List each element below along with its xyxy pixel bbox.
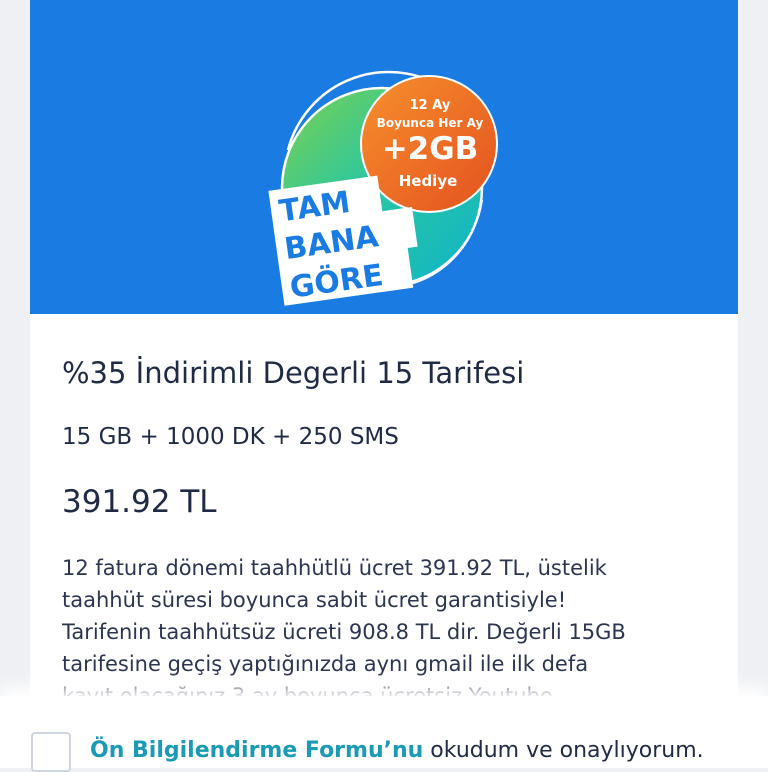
promo-banner: 12 Ay Boyunca Her Ay +2GB Hediye TAM BAN… [30, 0, 738, 314]
consent-checkbox[interactable] [31, 732, 71, 772]
tariff-card: 12 Ay Boyunca Her Ay +2GB Hediye TAM BAN… [30, 0, 738, 768]
package-details: 15 GB + 1000 DK + 250 SMS [62, 424, 399, 450]
consent-text: Ön Bilgilendirme Formu’nu okudum ve onay… [90, 738, 704, 763]
consent-bar: Ön Bilgilendirme Formu’nu okudum ve onay… [0, 696, 768, 772]
tariff-title: %35 İndirimli Degerli 15 Tarifesi [62, 356, 525, 390]
gift-badge: 12 Ay Boyunca Her Ay +2GB Hediye [360, 75, 498, 213]
badge-line2: Boyunca Her Ay [377, 116, 484, 130]
promo-graphic: 12 Ay Boyunca Her Ay +2GB Hediye TAM BAN… [268, 70, 498, 306]
description-line: 12 fatura dönemi taahhütlü ücret 391.92 … [62, 556, 607, 580]
tariff-description: 12 fatura dönemi taahhütlü ücret 391.92 … [62, 552, 722, 712]
consent-label: okudum ve onaylıyorum. [423, 738, 704, 763]
tariff-price: 391.92 TL [62, 484, 217, 520]
badge-gift: Hediye [399, 172, 458, 190]
description-line: Tarifenin taahhütsüz ücreti 908.8 TL dir… [62, 620, 626, 644]
badge-amount: +2GB [382, 131, 479, 167]
description-line: tarifesine geçiş yaptığınızda aynı gmail… [62, 652, 589, 676]
badge-line1: 12 Ay [410, 98, 451, 113]
pre-information-form-link[interactable]: Ön Bilgilendirme Formu’nu [90, 738, 423, 763]
description-line: taahhüt süresi boyunca sabit ücret garan… [62, 588, 567, 612]
